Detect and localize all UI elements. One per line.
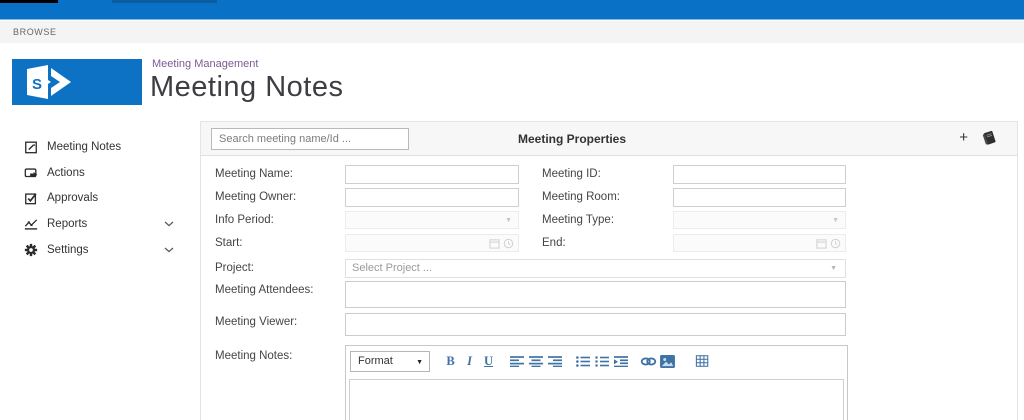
- sidebar-item-reports[interactable]: Reports: [24, 211, 174, 237]
- field-label-meeting-viewer: Meeting Viewer:: [215, 316, 298, 328]
- align-right-icon[interactable]: [545, 351, 564, 371]
- bulleted-list-icon[interactable]: [573, 351, 592, 371]
- add-icon[interactable]: +: [959, 128, 968, 148]
- meeting-id-input[interactable]: [673, 165, 846, 184]
- info-period-select[interactable]: ▼: [345, 211, 519, 229]
- editor-toolbar: Format ▼ B I U: [346, 346, 847, 376]
- sidebar-item-label: Actions: [47, 166, 85, 179]
- field-label-meeting-attendees: Meeting Attendees:: [215, 284, 314, 296]
- field-label-project: Project:: [215, 262, 254, 274]
- indent-icon[interactable]: [611, 351, 630, 371]
- window-notch-shade: [112, 0, 217, 3]
- field-label-start: Start:: [215, 237, 243, 249]
- panel-actions: +: [959, 128, 997, 148]
- table-icon[interactable]: [693, 351, 712, 371]
- window-notch: [0, 0, 58, 3]
- chevron-down-icon: ▼: [832, 217, 839, 224]
- ribbon-tab-browse[interactable]: BROWSE: [13, 27, 57, 37]
- sidebar-item-meeting-notes[interactable]: Meeting Notes: [24, 134, 174, 160]
- underline-button[interactable]: U: [479, 351, 498, 371]
- svg-text:S: S: [32, 76, 42, 93]
- reports-icon: [24, 217, 38, 231]
- meeting-name-input[interactable]: [345, 165, 519, 184]
- field-label-meeting-owner: Meeting Owner:: [215, 191, 297, 203]
- sidebar-item-label: Reports: [47, 218, 88, 231]
- format-dropdown[interactable]: Format ▼: [350, 350, 430, 372]
- panel-header: Meeting Properties +: [201, 122, 1017, 156]
- project-select[interactable]: Select Project ... ▼: [345, 259, 846, 278]
- align-left-icon[interactable]: [507, 351, 526, 371]
- sidebar-item-settings[interactable]: Settings: [24, 237, 174, 263]
- chevron-down-icon[interactable]: [164, 247, 174, 253]
- search-input[interactable]: [211, 128, 409, 150]
- chevron-down-icon: ▼: [830, 265, 837, 272]
- chevron-down-icon[interactable]: [164, 221, 174, 227]
- end-datetime-field[interactable]: [673, 234, 846, 252]
- ribbon-bar: BROWSE: [0, 21, 1024, 43]
- field-label-meeting-type: Meeting Type:: [542, 214, 615, 226]
- calendar-icon: [816, 239, 827, 249]
- project-select-placeholder: Select Project ...: [352, 262, 433, 274]
- meeting-properties-panel: Meeting Properties + Meeting Name: Meeti…: [200, 121, 1018, 420]
- panel-title: Meeting Properties: [517, 132, 627, 146]
- approvals-icon: [24, 191, 38, 205]
- sidebar-item-label: Meeting Notes: [47, 140, 122, 153]
- meeting-owner-input[interactable]: [345, 188, 519, 207]
- meeting-notes-editor: Format ▼ B I U: [345, 345, 848, 420]
- chevron-down-icon: ▼: [505, 217, 512, 224]
- meeting-type-select[interactable]: ▼: [673, 211, 846, 229]
- meeting-viewer-input[interactable]: [345, 313, 846, 336]
- meeting-room-input[interactable]: [673, 188, 846, 207]
- meeting-form: Meeting Name: Meeting ID: Meeting Owner:…: [201, 156, 1017, 420]
- numbered-list-icon[interactable]: [592, 351, 611, 371]
- image-icon[interactable]: [658, 351, 677, 371]
- field-label-meeting-id: Meeting ID:: [542, 168, 601, 180]
- note-icon: [24, 140, 38, 154]
- clock-icon: [830, 238, 841, 249]
- field-label-end: End:: [542, 237, 566, 249]
- sidebar-item-label: Approvals: [47, 192, 99, 205]
- page-title: Meeting Notes: [150, 71, 344, 103]
- start-datetime-field[interactable]: [345, 234, 519, 252]
- sidebar-item-approvals[interactable]: Approvals: [24, 186, 174, 212]
- bold-button[interactable]: B: [441, 351, 460, 371]
- field-label-meeting-room: Meeting Room:: [542, 191, 620, 203]
- settings-icon: [24, 243, 38, 257]
- actions-icon: [24, 166, 38, 180]
- meeting-attendees-input[interactable]: [345, 281, 846, 308]
- sidebar-item-actions[interactable]: Actions: [24, 160, 174, 186]
- field-label-info-period: Info Period:: [215, 214, 274, 226]
- site-breadcrumb[interactable]: Meeting Management: [152, 58, 258, 70]
- calendar-icon: [489, 239, 500, 249]
- link-icon[interactable]: [639, 351, 658, 371]
- suite-bar: [0, 0, 1024, 20]
- chevron-down-icon: ▼: [416, 358, 423, 366]
- clock-icon: [503, 238, 514, 249]
- field-label-meeting-notes: Meeting Notes:: [215, 350, 293, 362]
- italic-button[interactable]: I: [460, 351, 479, 371]
- sidebar-item-label: Settings: [47, 244, 89, 257]
- align-center-icon[interactable]: [526, 351, 545, 371]
- field-label-meeting-name: Meeting Name:: [215, 168, 293, 180]
- book-icon[interactable]: [981, 130, 997, 146]
- meeting-notes-textarea[interactable]: [349, 379, 844, 420]
- sharepoint-logo-icon: S: [27, 65, 71, 99]
- sharepoint-logo: S: [12, 59, 142, 105]
- left-nav: Meeting Notes Actions Approvals Reports …: [24, 134, 174, 263]
